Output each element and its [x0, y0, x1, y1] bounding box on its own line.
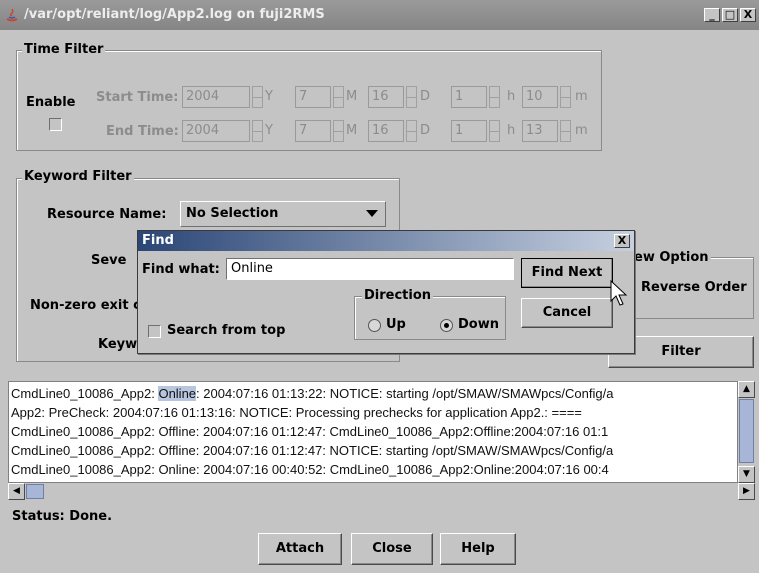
vertical-scroll-thumb[interactable] [739, 399, 754, 463]
end-day-spin-buttons[interactable] [406, 120, 417, 142]
resource-name-value: No Selection [186, 206, 279, 221]
help-button[interactable]: Help [440, 533, 516, 565]
window-title: /var/opt/reliant/log/App2.log on fuji2RM… [24, 7, 325, 22]
scroll-left-arrow-icon[interactable]: ◀ [8, 483, 25, 500]
end-hour-spin-buttons[interactable] [489, 120, 500, 142]
find-what-input[interactable]: Online [226, 258, 514, 280]
direction-up-radio[interactable] [368, 319, 381, 332]
start-hour-spin-buttons[interactable] [489, 86, 500, 108]
start-year-spin-buttons[interactable] [252, 86, 263, 108]
log-text-area[interactable]: CmdLine0_10086_App2: Online: 2004:07:16 … [8, 381, 738, 483]
attach-button[interactable]: Attach [258, 533, 342, 565]
end-day-spinner[interactable]: 16 [368, 120, 404, 142]
time-filter-title: Time Filter [22, 42, 106, 57]
find-dialog-titlebar: Find X [138, 231, 634, 251]
enable-label: Enable [26, 95, 76, 110]
resource-name-label: Resource Name: [47, 207, 167, 222]
end-time-label: End Time: [106, 124, 179, 139]
end-year-spin-buttons[interactable] [252, 120, 263, 142]
end-minute-spin-buttons[interactable] [560, 120, 571, 142]
end-minute-spinner[interactable]: 13 [522, 120, 558, 142]
keyword-filter-title: Keyword Filter [22, 169, 134, 184]
start-day-spin-buttons[interactable] [406, 86, 417, 108]
end-year-spinner[interactable]: 2004 [182, 120, 250, 142]
hour-unit-label: h [507, 123, 516, 138]
title-bar: /var/opt/reliant/log/App2.log on fuji2RM… [0, 0, 759, 30]
start-month-spinner[interactable]: 7 [295, 86, 331, 108]
search-highlight: Online [158, 386, 197, 401]
start-hour-spinner[interactable]: 1 [451, 86, 487, 108]
direction-title: Direction [362, 288, 434, 303]
find-dialog: Find X Find what: Online Direction Up Do… [137, 230, 635, 354]
start-time-label: Start Time: [96, 90, 179, 105]
search-from-top-checkbox[interactable] [148, 325, 161, 338]
minimize-button[interactable]: _ [704, 8, 720, 22]
month-unit-label: M [346, 123, 358, 138]
day-unit-label: D [420, 89, 431, 104]
close-button[interactable]: Close [351, 533, 433, 565]
status-text: Status: Done. [12, 509, 113, 524]
start-minute-spinner[interactable]: 10 [522, 86, 558, 108]
log-horizontal-scrollbar[interactable]: ◀ ▶ [8, 483, 755, 500]
mouse-cursor-icon [610, 280, 628, 306]
start-year-spinner[interactable]: 2004 [182, 86, 250, 108]
scroll-down-arrow-icon[interactable]: ▼ [738, 466, 755, 483]
log-vertical-scrollbar[interactable]: ▲ ▼ [738, 381, 755, 483]
horizontal-scroll-thumb[interactable] [26, 484, 44, 499]
end-month-spinner[interactable]: 7 [295, 120, 331, 142]
cancel-button[interactable]: Cancel [521, 298, 613, 328]
find-dialog-title: Find [142, 233, 174, 248]
minute-unit-label: m [575, 89, 588, 104]
nonzero-exit-label: Non-zero exit c [30, 298, 141, 313]
log-line: CmdLine0_10086_App2: Online: 2004:07:16 … [11, 386, 614, 401]
reverse-order-label[interactable]: Reverse Order [641, 280, 747, 295]
scroll-right-arrow-icon[interactable]: ▶ [738, 483, 755, 500]
start-month-spin-buttons[interactable] [333, 86, 344, 108]
year-unit-label: Y [265, 89, 273, 104]
find-dialog-close-button[interactable]: X [614, 234, 630, 248]
keyword-label: Keyw [98, 337, 138, 352]
log-line: App2: PreCheck: 2004:07:16 01:13:16: NOT… [11, 405, 582, 420]
log-line: CmdLine0_10086_App2: Offline: 2004:07:16… [11, 443, 614, 458]
scroll-up-arrow-icon[interactable]: ▲ [738, 381, 755, 398]
find-next-button[interactable]: Find Next [521, 258, 613, 288]
start-minute-spin-buttons[interactable] [560, 86, 571, 108]
log-line: CmdLine0_10086_App2: Offline: 2004:07:16… [11, 424, 609, 439]
log-line: CmdLine0_10086_App2: Online: 2004:07:16 … [11, 462, 609, 477]
hour-unit-label: h [507, 89, 516, 104]
direction-down-radio[interactable] [440, 319, 453, 332]
severity-label: Seve [91, 253, 127, 268]
close-window-button[interactable]: X [740, 8, 756, 22]
view-option-title: ew Option [632, 250, 711, 265]
direction-up-label: Up [386, 317, 406, 332]
day-unit-label: D [420, 123, 431, 138]
search-from-top-label: Search from top [167, 323, 286, 338]
chevron-down-icon [366, 210, 378, 217]
resource-name-combo[interactable]: No Selection [180, 201, 386, 227]
year-unit-label: Y [265, 123, 273, 138]
maximize-button[interactable]: □ [722, 8, 738, 22]
find-what-label: Find what: [142, 262, 220, 277]
java-app-icon [6, 8, 18, 22]
enable-checkbox[interactable] [49, 118, 62, 131]
start-day-spinner[interactable]: 16 [368, 86, 404, 108]
month-unit-label: M [346, 89, 358, 104]
end-hour-spinner[interactable]: 1 [451, 120, 487, 142]
end-month-spin-buttons[interactable] [333, 120, 344, 142]
direction-down-label: Down [458, 317, 499, 332]
minute-unit-label: m [575, 123, 588, 138]
